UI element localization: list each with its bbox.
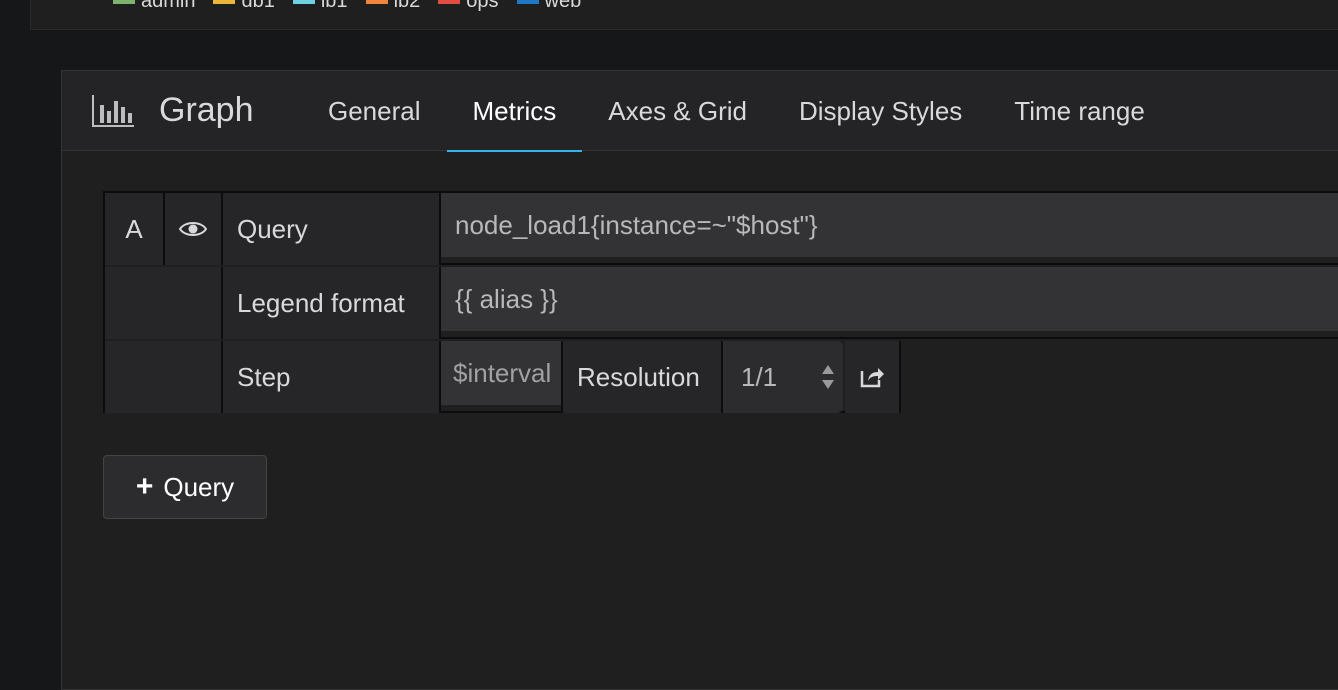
legend-swatch <box>213 0 236 4</box>
resolution-value: 1/1 <box>741 361 778 392</box>
legend-swatch <box>438 0 461 4</box>
inspect-query-button[interactable] <box>845 341 901 413</box>
tab-axes-grid[interactable]: Axes & Grid <box>582 71 773 151</box>
legend-swatch <box>113 0 135 4</box>
legend-label: lb2 <box>393 0 421 12</box>
row-spacer <box>105 341 223 413</box>
query-input[interactable]: node_load1{instance=~"$host"} <box>441 193 1338 257</box>
editor-tabs: General Metrics Axes & Grid Display Styl… <box>302 71 1171 152</box>
legend-label: ops <box>466 0 499 12</box>
legend-format-label: Legend format <box>223 267 441 339</box>
query-editor: A Query node_load1{instance=~"$host"} Le… <box>103 191 1338 413</box>
legend-item-web[interactable]: web <box>516 0 582 13</box>
tab-time-range[interactable]: Time range <box>988 71 1171 151</box>
legend-item-lb2[interactable]: lb2 <box>365 0 421 13</box>
panel-editor-header: Graph General Metrics Axes & Grid Displa… <box>62 71 1338 152</box>
query-row: A Query node_load1{instance=~"$host"} <box>105 193 1338 265</box>
legend-swatch <box>292 0 315 4</box>
panel-editor: Graph General Metrics Axes & Grid Displa… <box>61 70 1338 690</box>
legend-item-lb1[interactable]: lb1 <box>292 0 348 13</box>
resolution-label: Resolution <box>561 341 723 413</box>
plus-icon: + <box>135 470 154 503</box>
legend-format-row: Legend format {{ alias }} <box>105 267 1338 339</box>
legend-format-input[interactable]: {{ alias }} <box>441 267 1338 331</box>
legend-label: lb1 <box>320 0 348 12</box>
legend-item-db1[interactable]: db1 <box>213 0 275 13</box>
share-icon <box>860 368 884 388</box>
legend-label: db1 <box>241 0 275 12</box>
graph-legend: admin db1 lb1 lb2 ops web <box>113 0 581 13</box>
bar-chart-icon <box>92 95 134 127</box>
add-query-button[interactable]: + Query <box>103 455 267 519</box>
legend-label: web <box>544 0 582 12</box>
row-filler <box>901 341 1338 413</box>
step-row: Step $interval Resolution 1/1 <box>105 341 1338 413</box>
query-ref-id[interactable]: A <box>105 193 165 265</box>
resolution-select[interactable]: 1/1 <box>723 341 843 413</box>
panel-type-title: Graph <box>159 91 254 129</box>
tab-metrics[interactable]: Metrics <box>446 71 583 152</box>
legend-swatch <box>365 0 388 4</box>
legend-item-ops[interactable]: ops <box>438 0 499 13</box>
query-label: Query <box>223 193 441 265</box>
step-input[interactable]: $interval <box>441 341 561 405</box>
graph-legend-strip: admin db1 lb1 lb2 ops web <box>30 0 1338 30</box>
row-spacer <box>105 267 223 339</box>
tab-general[interactable]: General <box>302 71 447 151</box>
legend-label: admin <box>141 0 196 12</box>
legend-swatch <box>516 0 539 4</box>
legend-item-admin[interactable]: admin <box>113 0 195 13</box>
select-arrows-icon <box>822 365 834 389</box>
step-label: Step <box>223 341 441 413</box>
add-query-label: Query <box>163 471 235 502</box>
eye-icon <box>179 222 207 236</box>
tab-display-styles[interactable]: Display Styles <box>773 71 988 151</box>
toggle-visibility-button[interactable] <box>165 193 223 265</box>
